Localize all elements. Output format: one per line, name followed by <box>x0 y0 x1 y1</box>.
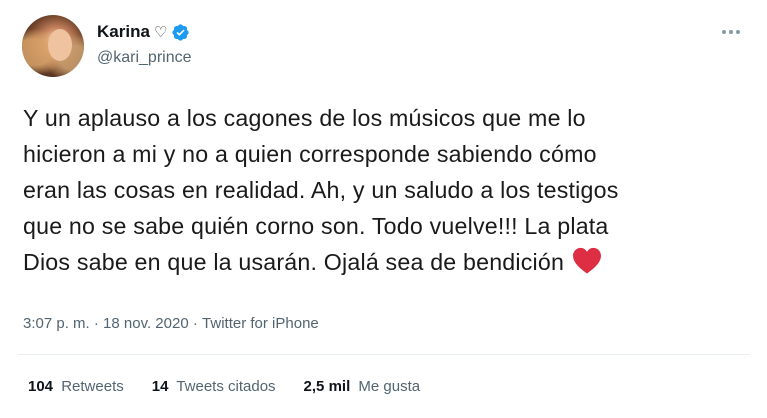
tweet-card: Karina ♡ @kari_prince Y un aplauso a los… <box>0 0 767 418</box>
tweet-time[interactable]: 3:07 p. m. <box>23 315 90 332</box>
meta-separator: · <box>89 315 104 332</box>
meta-separator: · <box>188 315 203 332</box>
tweet-text-line: que no se sabe quién corno son. Todo vue… <box>23 213 609 239</box>
author-name-row: Karina ♡ <box>97 22 190 42</box>
retweets-stat[interactable]: 104 Retweets <box>28 378 124 395</box>
more-dot <box>736 30 740 34</box>
tweet-text-line-last: Dios sabe en que la usarán. Ojalá sea de… <box>23 244 753 280</box>
retweets-label: Retweets <box>61 378 124 395</box>
outline-heart-icon: ♡ <box>153 23 168 41</box>
avatar[interactable] <box>22 15 84 77</box>
avatar-face <box>48 29 72 61</box>
tweet-stats: 104 Retweets 14 Tweets citados 2,5 mil M… <box>28 378 448 395</box>
tweet-text-line: Y un aplauso a los cagones de los músico… <box>23 105 586 131</box>
likes-label: Me gusta <box>358 378 421 395</box>
tweet-date[interactable]: 18 nov. 2020 <box>103 315 189 332</box>
author-display-name[interactable]: Karina <box>97 22 150 42</box>
verified-badge-icon <box>172 23 189 41</box>
tweet-meta: 3:07 p. m. · 18 nov. 2020 · Twitter for … <box>23 315 319 332</box>
tweet-text-line: Dios sabe en que la usarán. Ojalá sea de… <box>23 249 565 275</box>
likes-stat[interactable]: 2,5 mil Me gusta <box>304 378 421 395</box>
red-heart-icon <box>573 247 602 274</box>
more-dot <box>729 30 733 34</box>
author-handle[interactable]: @kari_prince <box>97 49 192 67</box>
quotes-count: 14 <box>151 378 169 395</box>
quotes-stat[interactable]: 14 Tweets citados <box>152 378 276 395</box>
tweet-text-line: hicieron a mi y no a quien corresponde s… <box>23 141 597 167</box>
likes-count: 2,5 mil <box>303 378 351 395</box>
divider <box>18 354 749 355</box>
retweets-count: 104 <box>28 378 54 395</box>
more-options-icon[interactable] <box>719 26 743 38</box>
tweet-source[interactable]: Twitter for iPhone <box>202 315 319 332</box>
tweet-text: Y un aplauso a los cagones de los músico… <box>23 100 753 280</box>
tweet-text-line: eran las cosas en realidad. Ah, y un sal… <box>23 177 619 203</box>
quotes-label: Tweets citados <box>176 378 276 395</box>
more-dot <box>722 30 726 34</box>
